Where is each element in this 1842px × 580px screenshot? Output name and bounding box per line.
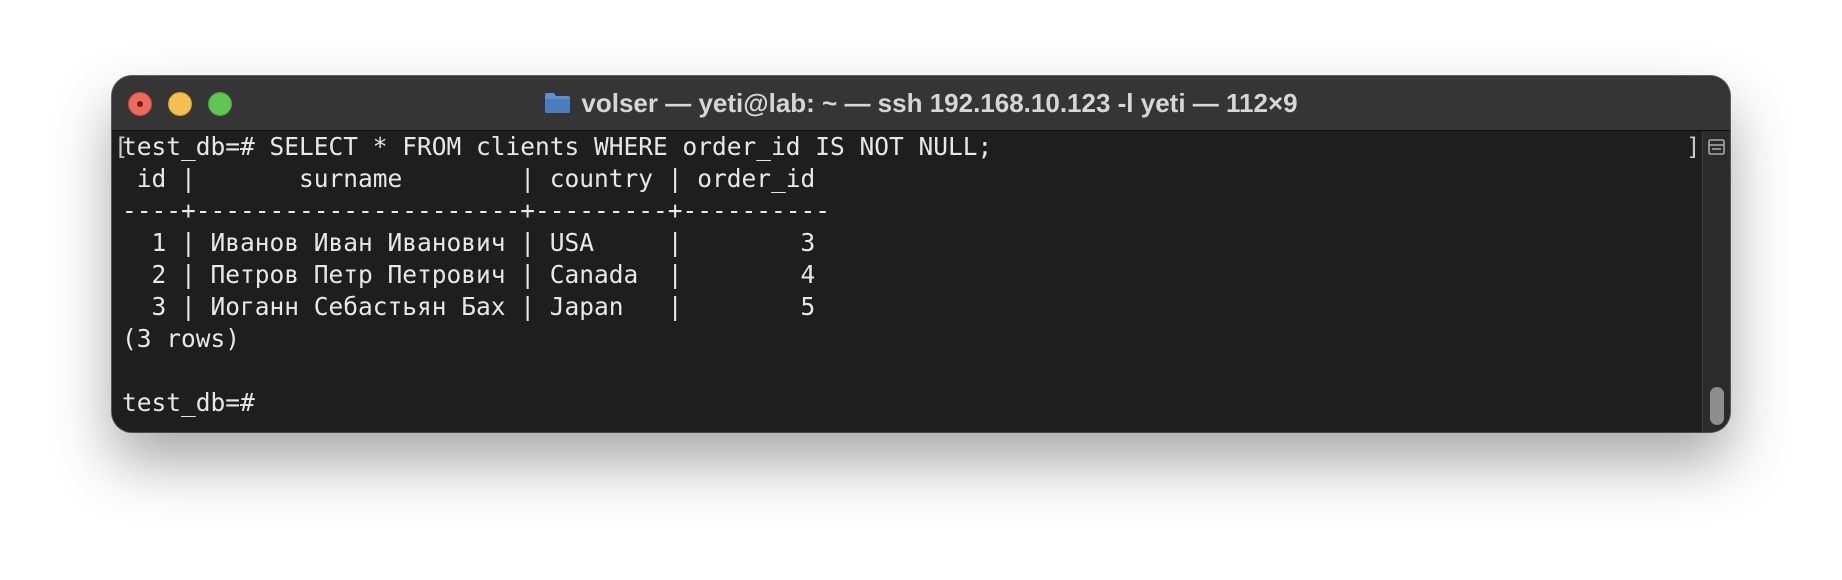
- folder-icon: [544, 92, 571, 114]
- table-header: id | surname | country | order_id: [122, 164, 816, 193]
- mark-bracket-right: ]: [1686, 133, 1701, 161]
- title-container: volser — yeti@lab: ~ — ssh 192.168.10.12…: [112, 76, 1730, 130]
- terminal-output[interactable]: [ ] test_db=# SELECT * FROM clients WHER…: [112, 131, 1702, 432]
- terminal-window: volser — yeti@lab: ~ — ssh 192.168.10.12…: [112, 76, 1730, 432]
- command-line: test_db=# SELECT * FROM clients WHERE or…: [122, 132, 993, 161]
- table-row: 2 | Петров Петр Петрович | Canada | 4: [122, 260, 816, 289]
- scrollbar[interactable]: [1702, 131, 1730, 432]
- title-bar[interactable]: volser — yeti@lab: ~ — ssh 192.168.10.12…: [112, 76, 1730, 131]
- table-separator: ----+----------------------+---------+--…: [122, 196, 831, 225]
- table-row: 1 | Иванов Иван Иванович | USA | 3: [122, 228, 816, 257]
- window-title: volser — yeti@lab: ~ — ssh 192.168.10.12…: [581, 87, 1298, 118]
- split-pane-icon[interactable]: [1708, 139, 1725, 155]
- scrollbar-thumb[interactable]: [1710, 387, 1724, 425]
- prompt-line[interactable]: test_db=#: [122, 387, 255, 419]
- row-count: (3 rows): [122, 324, 241, 353]
- table-row: 3 | Иоганн Себастьян Бах | Japan | 5: [122, 292, 816, 321]
